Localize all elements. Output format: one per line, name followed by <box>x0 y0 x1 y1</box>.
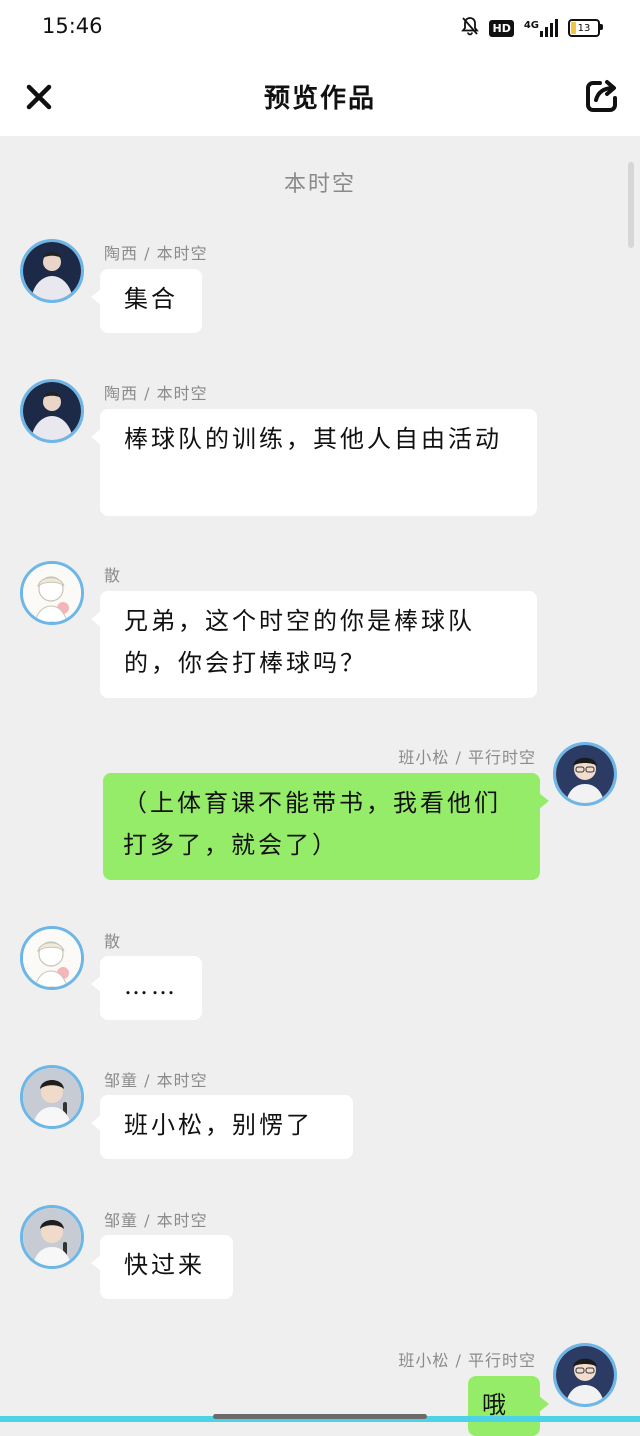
message-bubble: 哦 <box>468 1376 549 1436</box>
message-bubble: 兄弟，这个时空的你是棒球队的，你会打棒球吗？ <box>91 591 537 698</box>
message-bubble: 班小松，别愣了 <box>91 1095 353 1159</box>
network-type: 4G <box>523 20 539 31</box>
avatar-banxiaosong[interactable] <box>553 1343 617 1407</box>
share-icon <box>586 80 617 112</box>
message-bubble: 快过来 <box>91 1235 233 1299</box>
message-sender: 散 <box>104 566 122 585</box>
avatar-taoxi[interactable] <box>20 239 84 303</box>
signal-icon: 4G <box>524 19 558 37</box>
section-label: 本时空 <box>283 172 356 197</box>
chat-preview-area[interactable]: 本时空 陶西 / 本时空 集合 陶西 / 本时空 棒球队的训练，其他人自由活动 … <box>0 136 640 1436</box>
avatar-san[interactable] <box>20 561 84 625</box>
avatar-zoutong[interactable] <box>20 1065 84 1129</box>
avatar-taoxi[interactable] <box>20 379 84 443</box>
share-button[interactable] <box>582 76 622 116</box>
home-indicator[interactable] <box>213 1414 427 1419</box>
status-time: 15:46 <box>42 14 103 38</box>
status-bar: 15:46 HD 4G 13 <box>0 0 640 58</box>
message-sender: 邹童 / 本时空 <box>104 1071 208 1090</box>
message-sender: 陶西 / 本时空 <box>104 384 208 403</box>
message-sender: 班小松 / 平行时空 <box>398 1351 536 1370</box>
top-nav-bar: 预览作品 <box>0 58 640 136</box>
avatar-san[interactable] <box>20 926 84 990</box>
message-sender: 班小松 / 平行时空 <box>398 748 536 767</box>
status-icons: HD 4G 13 <box>461 16 603 40</box>
bell-muted-icon <box>461 16 480 40</box>
hd-badge: HD <box>489 19 514 37</box>
message-bubble: 集合 <box>91 269 202 333</box>
message-bubble: 棒球队的训练，其他人自由活动 <box>91 409 537 516</box>
battery-icon: 13 <box>568 19 603 37</box>
message-sender: 陶西 / 本时空 <box>104 244 208 263</box>
message-sender: 散 <box>104 932 122 951</box>
message-bubble: （上体育课不能带书，我看他们打多了，就会了） <box>103 773 549 880</box>
battery-level: 13 <box>577 22 591 34</box>
page-title: 预览作品 <box>263 84 376 114</box>
avatar-zoutong[interactable] <box>20 1205 84 1269</box>
message-sender: 邹童 / 本时空 <box>104 1211 208 1230</box>
avatar-banxiaosong[interactable] <box>553 742 617 806</box>
message-bubble: …… <box>91 956 202 1020</box>
